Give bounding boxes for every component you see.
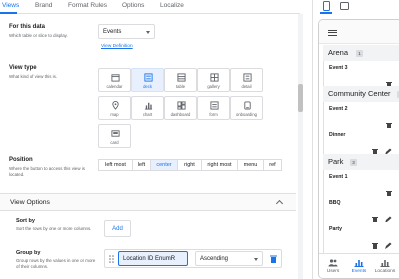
view-type-detail[interactable]: detail xyxy=(230,68,263,92)
row-actions-icons[interactable] xyxy=(371,242,399,250)
onboarding-icon xyxy=(244,101,251,110)
group-header-community-center: Community Center 2 xyxy=(323,86,399,102)
view-type-onboarding[interactable]: onboarding xyxy=(230,96,263,120)
data-subtitle: Which table or slice to display. xyxy=(9,33,68,38)
phone-preview: Arena 1 Event 3 Community Center 2 Event… xyxy=(318,19,399,279)
view-options-header[interactable]: View Options xyxy=(0,193,296,211)
chevron-down-icon xyxy=(146,30,150,34)
group-by-row: Location ID EnumR Ascending xyxy=(104,249,282,268)
group-count-badge: 3 xyxy=(350,159,357,166)
phone-icon[interactable] xyxy=(323,1,330,11)
delete-icon[interactable] xyxy=(270,255,277,263)
chevron-up-icon xyxy=(275,199,284,208)
detail-icon xyxy=(243,73,252,82)
deck-icon xyxy=(144,73,153,82)
tab-format-rules[interactable]: Format Rules xyxy=(68,2,107,9)
users-icon xyxy=(328,259,338,267)
sort-by-subtitle: Sort the rows by one or more columns. xyxy=(16,226,92,231)
chart-icon xyxy=(144,102,153,110)
tablet-icon[interactable] xyxy=(340,2,349,10)
view-options-title: View Options xyxy=(10,199,50,206)
position-left-most[interactable]: left most xyxy=(98,159,133,171)
bottom-nav: Users Events Locations xyxy=(319,253,399,278)
position-right-most[interactable]: right most xyxy=(201,159,238,171)
view-type-dashboard[interactable]: dashboard xyxy=(164,96,197,120)
group-by-subtitle: Group rows by the values in one or more … xyxy=(16,258,96,269)
tab-brand[interactable]: Brand xyxy=(35,2,52,9)
group-order-select[interactable]: Ascending xyxy=(195,251,263,266)
position-menu[interactable]: menu xyxy=(237,159,264,171)
group-column-select[interactable]: Location ID EnumR xyxy=(118,251,188,266)
tab-views[interactable]: Views xyxy=(2,2,19,9)
scrollbar-track[interactable] xyxy=(298,14,303,279)
gallery-icon xyxy=(210,73,219,82)
chevron-down-icon xyxy=(254,257,258,261)
dashboard-icon xyxy=(177,101,186,110)
panel-divider xyxy=(312,0,313,279)
preview-header xyxy=(319,20,399,44)
scrollbar-thumb[interactable] xyxy=(298,84,303,112)
tab-options[interactable]: Options xyxy=(122,2,144,9)
position-label: Position xyxy=(9,157,33,163)
view-definition-link[interactable]: View Definition xyxy=(101,44,133,49)
position-left[interactable]: left xyxy=(132,159,151,171)
view-type-subtitle: What kind of view this is. xyxy=(9,74,58,79)
drag-handle-icon[interactable] xyxy=(109,255,114,263)
view-type-chart[interactable]: chart xyxy=(131,96,164,120)
view-type-calendar[interactable]: calendar xyxy=(98,68,131,92)
device-toggle-indicator xyxy=(320,12,332,14)
group-by-label: Group by xyxy=(16,250,41,256)
view-type-map[interactable]: map xyxy=(98,96,131,120)
menu-icon[interactable] xyxy=(328,30,337,36)
list-item[interactable]: Party xyxy=(323,222,399,256)
chart-icon xyxy=(380,260,390,267)
data-label: For this data xyxy=(9,24,46,30)
data-select-value: Events xyxy=(103,28,122,35)
chart-icon xyxy=(354,260,364,267)
add-sort-button[interactable]: Add xyxy=(104,220,131,237)
card-icon xyxy=(111,130,120,137)
view-type-card[interactable]: card xyxy=(98,124,131,148)
map-pin-icon xyxy=(112,101,119,110)
group-header-park: Park 3 xyxy=(323,154,399,170)
position-right[interactable]: right xyxy=(177,159,202,171)
group-count-badge: 1 xyxy=(356,50,363,57)
calendar-icon xyxy=(111,74,120,82)
form-icon xyxy=(210,101,219,110)
tab-bar: Views Brand Format Rules Options Localiz… xyxy=(0,0,300,14)
view-type-table[interactable]: table xyxy=(164,68,197,92)
view-type-deck[interactable]: deck xyxy=(131,68,164,92)
view-type-gallery[interactable]: gallery xyxy=(197,68,230,92)
app-editor: Views Brand Format Rules Options Localiz… xyxy=(0,0,399,279)
group-header-arena: Arena 1 xyxy=(323,45,399,61)
data-select[interactable]: Events xyxy=(98,24,155,39)
position-center[interactable]: center xyxy=(150,159,178,171)
view-type-label: View type xyxy=(9,65,37,71)
tab-localize[interactable]: Localize xyxy=(160,2,184,9)
sort-by-label: Sort by xyxy=(16,218,35,224)
position-ref[interactable]: ref xyxy=(263,159,282,171)
active-tab-indicator xyxy=(0,12,17,14)
position-subtitle: Where the button to access this view is … xyxy=(9,166,85,177)
view-type-form[interactable]: form xyxy=(197,96,230,120)
table-icon xyxy=(177,73,186,82)
